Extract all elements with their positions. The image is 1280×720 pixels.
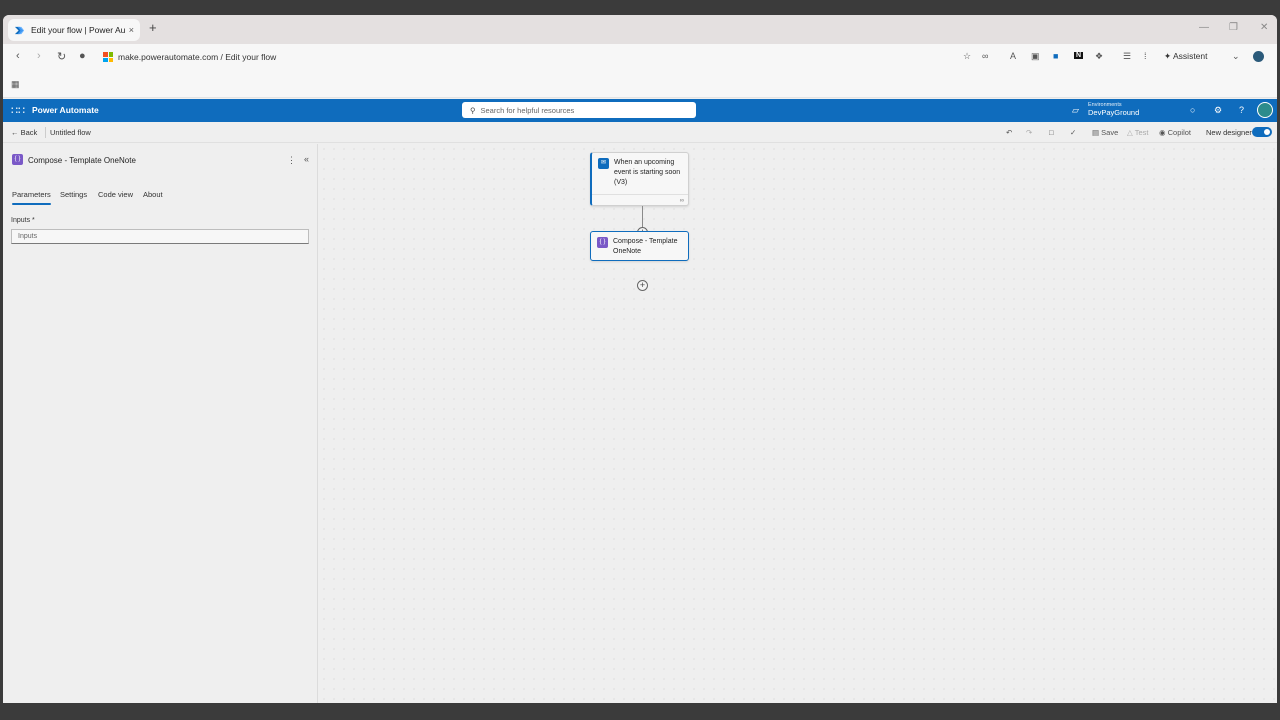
compose-icon: { }	[597, 237, 608, 248]
tab-strip: Edit your flow | Power Autom × + — ❐ ✕	[3, 15, 1277, 44]
tab-parameters[interactable]: Parameters	[12, 190, 51, 205]
action-label: Compose - Template OneNote	[613, 238, 678, 255]
inputs-label: Inputs *	[11, 217, 35, 224]
new-designer-label: New designer	[1206, 128, 1252, 137]
more-options-icon[interactable]: ⋮	[287, 155, 296, 166]
link-icon: ∞	[679, 198, 684, 204]
panel-title[interactable]: Compose - Template OneNote	[28, 156, 136, 165]
notion-extension-icon[interactable]: N	[1074, 52, 1084, 59]
search-placeholder: Search for helpful resources	[480, 105, 575, 115]
browser-window: Edit your flow | Power Autom × + — ❐ ✕ ‹…	[3, 15, 1277, 703]
help-icon[interactable]: ?	[1239, 105, 1244, 115]
extension-icon[interactable]: ■	[1053, 51, 1058, 61]
flow-canvas[interactable]: ✉ When an upcoming event is starting soo…	[319, 144, 1277, 703]
trigger-label: When an upcoming event is starting soon …	[614, 159, 681, 186]
add-step-button[interactable]: +	[637, 280, 648, 291]
compose-action-card[interactable]: { } Compose - Template OneNote	[590, 231, 689, 261]
assistant-button[interactable]: ✦ Assistent	[1164, 51, 1208, 62]
copilot-label: Copilot	[1167, 128, 1191, 137]
new-designer-toggle[interactable]	[1252, 127, 1272, 137]
back-button[interactable]: ← Back	[11, 128, 37, 137]
outlook-icon: ✉	[598, 158, 609, 169]
divider	[45, 127, 46, 138]
microphone-icon[interactable]: ●	[79, 50, 86, 62]
compose-icon: { }	[12, 154, 23, 165]
flow-checker-icon[interactable]: ✓	[1070, 128, 1076, 137]
profile-icon[interactable]	[1253, 51, 1264, 62]
comments-icon[interactable]: □	[1049, 128, 1054, 137]
favorite-star-icon[interactable]: ☆	[963, 51, 971, 62]
avatar[interactable]	[1257, 102, 1273, 118]
reload-icon[interactable]: ↻	[57, 50, 66, 63]
power-automate-icon	[14, 26, 25, 34]
maximize-button[interactable]: ❐	[1229, 22, 1238, 33]
audio-icon[interactable]: ⁞	[1144, 51, 1147, 61]
assistant-icon: ✦	[1164, 51, 1174, 61]
action-details-panel: { } Compose - Template OneNote ⋮ « Param…	[3, 144, 318, 703]
redo-icon[interactable]: ↷	[1026, 128, 1032, 137]
notifications-icon[interactable]: ○	[1190, 105, 1195, 115]
new-tab-button[interactable]: +	[149, 20, 157, 35]
app-header: ∷∷ Power Automate ⚲ Search for helpful r…	[3, 99, 1277, 122]
microsoft-logo-icon	[103, 52, 113, 62]
url-text: make.powerautomate.com / Edit your flow	[118, 52, 277, 62]
test-label: Test	[1134, 128, 1149, 137]
forward-arrow-icon[interactable]: ›	[37, 50, 41, 62]
search-input[interactable]: ⚲ Search for helpful resources	[462, 102, 696, 118]
tab-title: Edit your flow | Power Autom	[31, 25, 125, 35]
command-bar: ← Back Untitled flow ↶ ↷ □ ✓ ▤ Save △ Te…	[3, 122, 1277, 143]
address-bar[interactable]: make.powerautomate.com / Edit your flow	[103, 52, 276, 62]
os-top-strip	[0, 0, 1280, 15]
close-window-button[interactable]: ✕	[1260, 22, 1268, 33]
gear-icon[interactable]: ⚙	[1214, 105, 1222, 116]
inputs-field[interactable]: Inputs	[11, 229, 309, 244]
environment-label: Environments	[1088, 102, 1122, 108]
environment-picker[interactable]: Environments DevPayGround	[1088, 101, 1139, 117]
tab-about[interactable]: About	[143, 190, 163, 199]
reading-list-icon[interactable]: ☰	[1123, 51, 1131, 62]
minimize-button[interactable]: —	[1199, 22, 1209, 33]
tab-code-view[interactable]: Code view	[98, 190, 133, 199]
address-bar-row: ‹ › ↻ ● make.powerautomate.com / Edit yo…	[3, 44, 1277, 71]
trigger-footer: ∞	[592, 194, 688, 205]
copilot-icon: ◉	[1159, 128, 1168, 137]
test-button[interactable]: △ Test	[1127, 128, 1148, 137]
translate-icon[interactable]: A	[1010, 51, 1016, 61]
flow-name[interactable]: Untitled flow	[50, 128, 91, 137]
save-label: Save	[1101, 128, 1119, 137]
app-name[interactable]: Power Automate	[32, 105, 99, 115]
tab-close-icon[interactable]: ×	[129, 25, 134, 35]
apps-row: ▦	[3, 71, 1277, 98]
back-arrow-icon[interactable]: ‹	[16, 50, 20, 62]
environment-icon: ▱	[1072, 105, 1079, 115]
back-label: Back	[20, 128, 38, 137]
trigger-card[interactable]: ✉ When an upcoming event is starting soo…	[590, 152, 689, 206]
undo-icon[interactable]: ↶	[1006, 128, 1012, 137]
save-icon: ▤	[1092, 128, 1102, 137]
save-button[interactable]: ▤ Save	[1092, 128, 1118, 137]
copilot-button[interactable]: ◉ Copilot	[1159, 128, 1191, 137]
link-icon[interactable]: ∞	[982, 51, 988, 61]
chevron-down-icon[interactable]: ⌄	[1232, 51, 1240, 62]
environment-name: DevPayGround	[1088, 108, 1140, 117]
test-icon: △	[1127, 128, 1135, 137]
os-bottom-strip	[0, 703, 1280, 720]
assistant-label: Assistent	[1173, 51, 1208, 61]
search-icon: ⚲	[470, 105, 476, 115]
collapse-panel-icon[interactable]: «	[304, 154, 309, 164]
tab-settings[interactable]: Settings	[60, 190, 87, 199]
apps-grid-icon[interactable]: ▦	[11, 79, 20, 90]
screenshot-icon[interactable]: ▣	[1031, 51, 1040, 62]
browser-tab[interactable]: Edit your flow | Power Autom ×	[8, 19, 140, 41]
puzzle-icon[interactable]: ❖	[1095, 51, 1103, 62]
back-arrow-icon: ←	[11, 128, 21, 137]
app-launcher-icon[interactable]: ∷∷	[11, 104, 25, 117]
